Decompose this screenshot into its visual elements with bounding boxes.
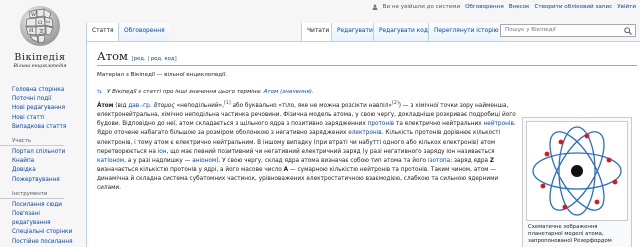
logo-title: Вікіпедія	[14, 52, 66, 63]
search-placeholder: Пошук у Вікіпедії	[505, 27, 556, 33]
sidebar-item-recent-changes[interactable]: Нові редагування	[12, 105, 65, 111]
create-account-link[interactable]: Створити обліковий запис	[535, 4, 613, 10]
sidebar-item-special-pages[interactable]: Спеціальні сторінки	[12, 229, 72, 235]
svg-text:И: И	[29, 28, 34, 34]
section-edit-links[interactable]: [ред. | ред. код]	[132, 56, 177, 62]
sidebar-item-permanent-link[interactable]: Постійне посилання	[12, 239, 73, 245]
sidebar-item-village-pump[interactable]: Кнайпа	[12, 158, 34, 164]
tab-edit[interactable]: Редагувати	[331, 23, 378, 41]
tab-read[interactable]: Читати	[301, 23, 335, 41]
sidebar-item-random-article[interactable]: Випадкова стаття	[12, 124, 66, 130]
wikipedia-globe-icon: W Ω И ω 文	[20, 6, 60, 46]
wikipedia-logo[interactable]: W Ω И ω 文 Вікіпедія Вільна енциклопедія	[0, 0, 80, 80]
site-subtitle: Матеріал з Вікіпедії — вільної енциклопе…	[97, 72, 228, 78]
login-link[interactable]: Увійти	[617, 4, 636, 10]
sidebar-item-what-links-here[interactable]: Посилання сюди	[12, 202, 62, 208]
tab-article[interactable]: Стаття	[86, 23, 119, 41]
svg-text:文: 文	[39, 28, 44, 35]
edit-link: ред.	[133, 56, 146, 62]
sidebar-item-community-portal[interactable]: Портал спільноти	[12, 149, 65, 155]
disambiguation-hatnote: ⇆ У Вікіпедії є статті про інші значення…	[97, 89, 314, 95]
user-discussion-link[interactable]: Обговорення	[465, 4, 504, 10]
article-content: Атом [ред. | ред. код] Матеріал з Вікіпе…	[86, 41, 640, 247]
sidebar-item-donate[interactable]: Пожертвування	[12, 177, 60, 183]
sidebar-item-related-changes[interactable]: Пов'язані редагування	[12, 211, 51, 226]
participation-header: Участь	[0, 138, 64, 147]
atom-icon	[532, 126, 622, 216]
svg-text:Ω: Ω	[38, 20, 42, 26]
tab-edit-source[interactable]: Редагувати код	[373, 23, 433, 41]
image-caption: Схематичне зображення планетарної моделі…	[528, 224, 612, 244]
tab-history[interactable]: Переглянути історію	[428, 23, 504, 41]
contributions-link[interactable]: Внесок	[509, 4, 530, 10]
sidebar-participation: Портал спільноти Кнайпа Довідка Пожертву…	[0, 148, 80, 185]
sidebar-tools: Посилання сюди Пов'язані редагування Спе…	[0, 201, 80, 247]
lead-paragraph: Áтом (від дав.-гр. ἄτομος «неподільний»,…	[97, 101, 516, 192]
svg-text:ω: ω	[46, 19, 50, 25]
sidebar: Головна сторінка Поточні події Нові реда…	[0, 86, 80, 247]
sidebar-item-help[interactable]: Довідка	[12, 167, 36, 173]
search-icon[interactable]	[624, 27, 632, 35]
sidebar-item-current-events[interactable]: Поточні події	[12, 96, 51, 102]
page-title: Атом [ред. | ред. код]	[97, 49, 637, 66]
page-tabs: Стаття Обговорення Читати Редагувати Ред…	[86, 20, 636, 41]
sidebar-item-new-articles[interactable]: Нові статті	[12, 115, 45, 121]
user-icon	[372, 4, 378, 10]
not-logged-in-text: Ви не увійшли до системи	[382, 4, 461, 10]
svg-text:W: W	[31, 12, 37, 18]
edit-source-link: ред. код	[150, 56, 175, 62]
sidebar-navigation: Головна сторінка Поточні події Нові реда…	[0, 86, 80, 132]
logo-tagline: Вільна енциклопедія	[13, 64, 67, 69]
tab-talk[interactable]: Обговорення	[118, 23, 170, 41]
search-input[interactable]: Пошук у Вікіпедії	[500, 24, 636, 37]
sidebar-item-main-page[interactable]: Головна сторінка	[12, 87, 64, 93]
infobox-thumbnail: Схематичне зображення планетарної моделі…	[522, 117, 632, 247]
tools-header: Інструменти	[0, 191, 64, 199]
disambiguation-link[interactable]: Атом (значення).	[264, 89, 314, 95]
atom-model-image[interactable]	[526, 121, 628, 221]
personal-toolbar: Ви не увійшли до системи Обговорення Вне…	[372, 4, 636, 10]
disambiguation-icon: ⇆	[97, 89, 102, 95]
